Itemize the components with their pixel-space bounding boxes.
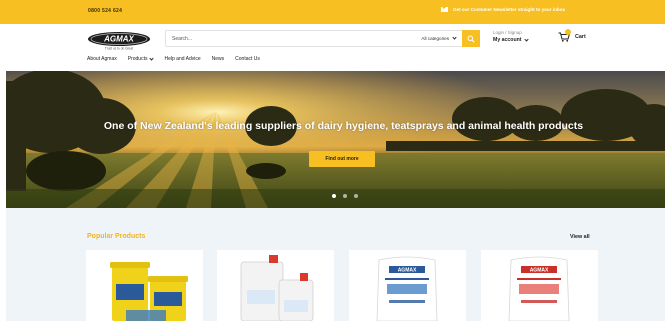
cart-button[interactable]: Cart xyxy=(558,29,586,42)
newsletter-text: Get our Customer Newsletter straight to … xyxy=(453,7,566,12)
phone-number[interactable]: 0800 524 624 xyxy=(88,8,122,14)
nav-label: About Agmax xyxy=(87,56,117,62)
nav-item-products[interactable]: Products xyxy=(127,55,155,62)
nav-item-about[interactable]: About Agmax xyxy=(87,56,117,62)
account-menu[interactable]: Login / Signup My account xyxy=(493,30,529,43)
search-bar: All categories xyxy=(165,30,480,47)
agmax-logo[interactable]: AGMAX Trust us to do Great xyxy=(86,31,152,51)
nav-label: News xyxy=(211,56,225,62)
category-label: All categories xyxy=(421,36,449,41)
login-signup-link[interactable]: Login / Signup xyxy=(493,30,528,35)
cart-count-badge xyxy=(565,29,571,35)
view-all-link[interactable]: View all xyxy=(570,234,590,240)
nav-item-news[interactable]: News xyxy=(212,56,225,62)
slider-dot-2[interactable] xyxy=(343,194,347,198)
hero-landscape-image xyxy=(6,71,665,208)
nav-item-contact[interactable]: Contact Us xyxy=(235,56,260,62)
nav-label: Products xyxy=(127,56,148,62)
cart-label: Cart xyxy=(575,34,586,40)
sack-brand: AGMAX xyxy=(398,268,417,274)
product-image-red-sack: AGMAX xyxy=(508,256,570,321)
slider-dots xyxy=(332,194,365,198)
my-account-label: My account xyxy=(493,37,522,43)
product-card-2[interactable] xyxy=(217,250,334,321)
product-image-containers xyxy=(240,255,314,321)
section-title: Popular Products xyxy=(87,233,146,240)
newsletter-link[interactable]: Get our Customer Newsletter straight to … xyxy=(441,7,565,12)
product-image-blue-sack: AGMAX xyxy=(376,256,438,321)
search-icon xyxy=(467,35,475,43)
nav-label: Contact Us xyxy=(235,56,260,62)
nav-item-help[interactable]: Help and Advice xyxy=(164,56,200,62)
my-account-dropdown[interactable]: My account xyxy=(493,36,529,43)
logo-text: AGMAX xyxy=(103,35,134,44)
hero-banner: One of New Zealand's leading suppliers o… xyxy=(6,71,665,208)
logo-tagline: Trust us to do Great xyxy=(105,47,133,51)
top-bar: 0800 524 624 Get our Customer Newsletter… xyxy=(0,0,665,24)
slider-dot-3[interactable] xyxy=(354,194,358,198)
search-button[interactable] xyxy=(462,30,480,47)
chevron-down-icon xyxy=(523,36,529,42)
slider-dot-1[interactable] xyxy=(332,194,336,198)
hero-headline: One of New Zealand's leading suppliers o… xyxy=(103,120,584,132)
nav-label: Help and Advice xyxy=(164,56,201,62)
product-card-1[interactable] xyxy=(86,250,203,321)
main-nav: About Agmax Products Help and Advice New… xyxy=(87,55,271,62)
category-select[interactable]: All categories xyxy=(421,35,462,41)
product-image-buckets xyxy=(110,262,188,321)
product-card-3[interactable]: AGMAX xyxy=(349,250,466,321)
mail-icon xyxy=(441,7,448,12)
product-card-4[interactable]: AGMAX xyxy=(481,250,598,321)
find-out-more-button[interactable]: Find out more xyxy=(309,151,375,167)
chevron-down-icon xyxy=(149,55,155,61)
sack-brand: AGMAX xyxy=(530,268,549,274)
search-input[interactable] xyxy=(166,31,422,46)
popular-products-section: Popular Products View all AGMAX AGMAX xyxy=(6,208,665,321)
chevron-down-icon xyxy=(452,35,457,40)
header: AGMAX Trust us to do Great All categorie… xyxy=(0,24,665,70)
